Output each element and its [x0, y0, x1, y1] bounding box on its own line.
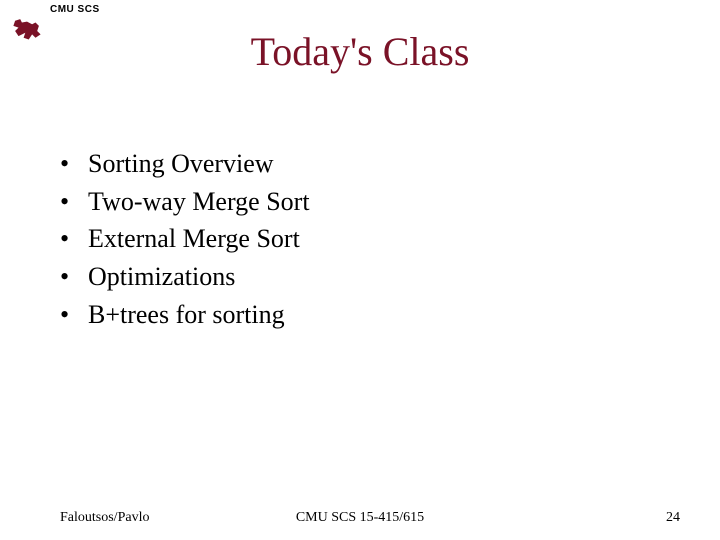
list-item: • Sorting Overview [60, 145, 310, 183]
footer-course: CMU SCS 15-415/615 [0, 510, 720, 526]
list-item: • Optimizations [60, 258, 310, 296]
bullet-text: Two-way Merge Sort [88, 183, 310, 221]
bullet-text: Optimizations [88, 258, 235, 296]
org-label: CMU SCS [50, 4, 100, 15]
bullet-icon: • [60, 220, 88, 258]
list-item: • External Merge Sort [60, 220, 310, 258]
bullet-text: B+trees for sorting [88, 296, 285, 334]
bullet-icon: • [60, 258, 88, 296]
slide: CMU SCS Today's Class • Sorting Overview… [0, 0, 720, 540]
bullet-icon: • [60, 296, 88, 334]
bullet-list: • Sorting Overview • Two-way Merge Sort … [60, 145, 310, 333]
bullet-icon: • [60, 145, 88, 183]
list-item: • Two-way Merge Sort [60, 183, 310, 221]
list-item: • B+trees for sorting [60, 296, 310, 334]
bullet-icon: • [60, 183, 88, 221]
bullet-text: Sorting Overview [88, 145, 274, 183]
slide-title: Today's Class [0, 28, 720, 75]
bullet-text: External Merge Sort [88, 220, 300, 258]
footer-page-number: 24 [666, 510, 680, 526]
